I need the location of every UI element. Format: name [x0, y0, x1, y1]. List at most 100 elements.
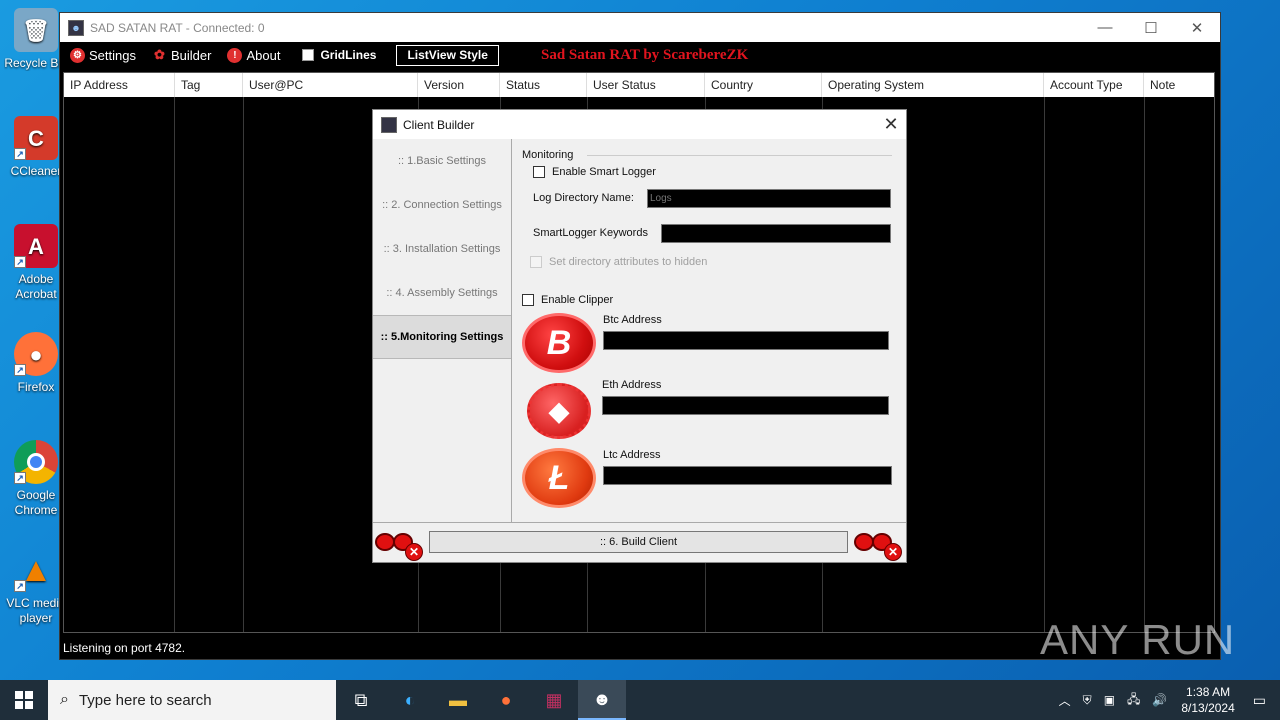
winrar-icon[interactable]: ▦: [530, 680, 578, 720]
minimize-button[interactable]: —: [1082, 13, 1128, 42]
gridlines-label: GridLines: [320, 48, 377, 62]
builder-icon: ✿: [151, 47, 167, 63]
close-button[interactable]: ✕: [1174, 13, 1220, 42]
column-header[interactable]: User Status: [587, 73, 705, 97]
chevron-up-icon[interactable]: ︿: [1059, 692, 1071, 709]
gridlines-checkbox[interactable]: [302, 49, 315, 61]
glasses-lens-left: [375, 533, 395, 551]
column-header[interactable]: Operating System: [822, 73, 1044, 97]
sidebar-item-installation-settings[interactable]: :: 3. Installation Settings: [373, 227, 511, 271]
task-view-icon[interactable]: ⧉: [336, 680, 386, 720]
btc-address-input[interactable]: [603, 331, 889, 350]
volume-icon[interactable]: 🔊: [1152, 693, 1167, 707]
gridlines-toggle[interactable]: GridLines: [302, 48, 376, 62]
eth-address-input[interactable]: [602, 396, 889, 415]
menu-settings[interactable]: ⚙ Settings: [70, 47, 136, 63]
recycle-bin-icon: 🗑: [14, 8, 58, 52]
anyrun-watermark: ANY RUN: [1040, 616, 1236, 663]
clock-time: 1:38 AM: [1186, 685, 1231, 699]
search-placeholder: Type here to search: [78, 691, 212, 709]
clock-date: 8/13/2024: [1181, 701, 1235, 715]
maximize-button[interactable]: ☐: [1128, 13, 1174, 42]
shortcut-arrow-icon: ↗: [14, 256, 26, 268]
settings-icon: ⚙: [70, 47, 85, 63]
vlc-icon: ▲ ↗: [14, 548, 58, 592]
monitoring-group-title: Monitoring: [522, 149, 574, 161]
start-button[interactable]: [0, 680, 48, 720]
hidden-attributes-option[interactable]: Set directory attributes to hidden: [530, 256, 707, 269]
ccleaner-glyph: C: [28, 125, 44, 151]
ccleaner-icon: C ↗: [14, 116, 58, 160]
app-tray-icon[interactable]: ▣: [1104, 693, 1115, 707]
glasses-icon: ✕: [854, 529, 902, 561]
chrome-center: [27, 453, 45, 471]
system-tray: ︿ ⛨ ▣ 🖧 🔊 1:38 AM 8/13/2024 ▭: [1053, 680, 1280, 720]
monitoring-panel: Monitoring Enable Smart Logger Log Direc…: [513, 139, 906, 522]
sidebar-item-basic-settings[interactable]: :: 1.Basic Settings: [373, 139, 511, 183]
group-divider: [587, 155, 892, 156]
enable-smart-logger-checkbox[interactable]: [533, 166, 545, 179]
close-badge-icon: ✕: [884, 543, 902, 561]
shortcut-arrow-icon: ↗: [14, 148, 26, 160]
network-icon[interactable]: 🖧: [1127, 690, 1140, 711]
menu-about[interactable]: ! About: [227, 47, 281, 63]
listview-header: IP Address Tag User@PC Version Status Us…: [64, 73, 1214, 97]
column-header[interactable]: Status: [500, 73, 587, 97]
grid-line: [1044, 97, 1045, 632]
brand-text: Sad Satan RAT by ScarebereZK: [541, 47, 749, 63]
dialog-footer: ✕ :: 6. Build Client ✕: [373, 522, 906, 562]
grid-line: [1144, 97, 1145, 632]
menu-about-label: About: [246, 47, 281, 63]
smartlogger-keywords-input[interactable]: [661, 224, 891, 243]
security-icon[interactable]: ⛨: [1083, 693, 1092, 708]
sidebar-item-connection-settings[interactable]: :: 2. Connection Settings: [373, 183, 511, 227]
eth-address-label: Eth Address: [602, 379, 662, 391]
glasses-lens-left: [854, 533, 874, 551]
column-header[interactable]: User@PC: [243, 73, 418, 97]
sidebar-item-assembly-settings[interactable]: :: 4. Assembly Settings: [373, 271, 511, 315]
litecoin-icon: Ł: [522, 448, 596, 508]
notification-icon[interactable]: ▭: [1253, 692, 1266, 709]
listview-style-button[interactable]: ListView Style: [396, 44, 499, 66]
chrome-icon: ↗: [14, 440, 58, 484]
build-client-button[interactable]: :: 6. Build Client: [429, 531, 848, 553]
bitcoin-icon: B: [522, 313, 596, 373]
firefox-icon: ● ↗: [14, 332, 58, 376]
title-bar: ☻ SAD SATAN RAT - Connected: 0 — ☐ ✕: [60, 13, 1220, 42]
vlc-glyph: ▲: [19, 550, 53, 589]
shortcut-arrow-icon: ↗: [14, 472, 26, 484]
firefox-taskbar-icon[interactable]: ●: [482, 680, 530, 720]
enable-smart-logger-label: Enable Smart Logger: [552, 166, 656, 178]
column-header[interactable]: Country: [705, 73, 822, 97]
client-builder-dialog: Client Builder ✕ :: 1.Basic Settings :: …: [372, 109, 907, 563]
dialog-app-icon: [381, 116, 397, 133]
file-explorer-icon[interactable]: ▬: [434, 680, 482, 720]
ltc-address-input[interactable]: [603, 466, 892, 485]
enable-smart-logger-option[interactable]: Enable Smart Logger: [533, 166, 656, 179]
hidden-attributes-checkbox[interactable]: [530, 256, 542, 269]
ltc-address-label: Ltc Address: [603, 449, 661, 461]
close-badge-icon: ✕: [405, 543, 423, 561]
column-header[interactable]: IP Address: [64, 73, 175, 97]
menu-bar: ⚙ Settings ✿ Builder ! About GridLines L…: [60, 42, 1220, 68]
shortcut-arrow-icon: ↗: [14, 580, 26, 592]
edge-icon[interactable]: ◐: [386, 680, 434, 720]
column-header[interactable]: Tag: [175, 73, 243, 97]
grid-line: [174, 97, 175, 632]
column-header[interactable]: Version: [418, 73, 500, 97]
log-directory-input[interactable]: [647, 189, 891, 208]
column-header[interactable]: Account Type: [1044, 73, 1144, 97]
enable-clipper-checkbox[interactable]: [522, 294, 534, 307]
column-header[interactable]: Note: [1144, 73, 1214, 97]
acrobat-glyph: A: [28, 233, 44, 259]
dialog-close-button[interactable]: ✕: [876, 114, 906, 135]
sidebar-item-monitoring-settings[interactable]: :: 5.Monitoring Settings: [373, 315, 511, 359]
glasses-icon: ✕: [375, 529, 423, 561]
menu-builder[interactable]: ✿ Builder: [151, 47, 211, 63]
clock[interactable]: 1:38 AM 8/13/2024: [1181, 684, 1234, 716]
taskbar-search[interactable]: ⌕ Type here to search: [48, 680, 336, 720]
enable-clipper-option[interactable]: Enable Clipper: [522, 294, 613, 307]
sad-satan-rat-taskbar-icon[interactable]: ☻: [578, 680, 626, 720]
shortcut-arrow-icon: ↗: [14, 364, 26, 376]
firefox-glyph: ●: [29, 341, 43, 367]
